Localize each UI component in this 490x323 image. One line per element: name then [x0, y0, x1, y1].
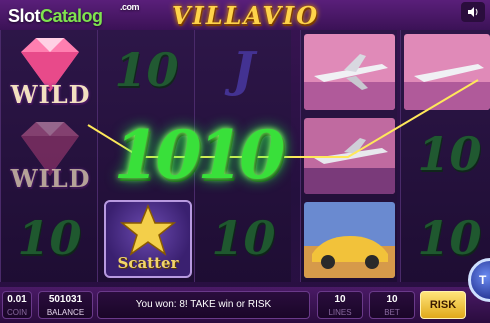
bet-selector[interactable]: 10 BET: [369, 291, 415, 319]
coin-label: COIN: [7, 308, 27, 317]
logo-main: Slot: [8, 6, 41, 26]
slotcatalog-logo: SlotCatalog .com: [8, 2, 140, 27]
bottom-bar: 0.01 COIN 501031 BALANCE You won: 8! TAK…: [0, 287, 490, 323]
balance-display: 501031 BALANCE: [38, 291, 93, 319]
top-header: SlotCatalog .com VILLAVIO: [0, 0, 490, 30]
bet-value: 10: [386, 294, 398, 305]
win-message: You won: 8! TAKE win or RISK: [97, 291, 310, 319]
lines-value: 10: [334, 294, 346, 305]
balance-label: BALANCE: [46, 308, 85, 317]
risk-button[interactable]: RISK: [420, 291, 466, 319]
lines-label: LINES: [328, 308, 352, 317]
sound-button[interactable]: [461, 2, 485, 22]
slot-game: SlotCatalog .com VILLAVIO WILD WILD 10 1…: [0, 0, 490, 323]
logo-accent: Catalog: [40, 6, 103, 26]
coin-value: 0.01: [7, 294, 27, 305]
bet-label: BET: [384, 308, 400, 317]
win-overlay: 1010: [113, 116, 286, 194]
balance-value: 501031: [48, 294, 83, 305]
speaker-icon: [468, 7, 478, 17]
logo-com: .com: [120, 2, 140, 12]
coin-display[interactable]: 0.01 COIN: [2, 291, 32, 319]
game-title: VILLAVIO: [171, 1, 320, 30]
lines-selector[interactable]: 10 LINES: [317, 291, 363, 319]
